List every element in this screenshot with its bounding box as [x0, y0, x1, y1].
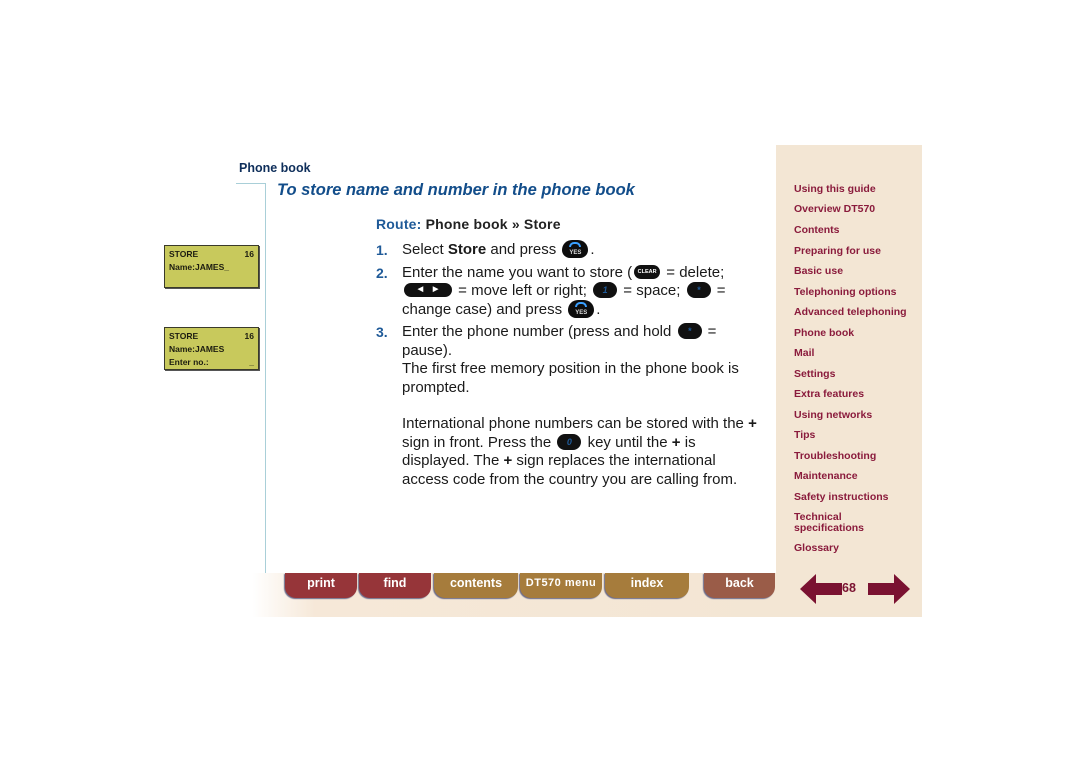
- one-key-icon: 1: [593, 282, 618, 299]
- previous-page-arrow-icon[interactable]: [800, 573, 842, 605]
- sidebar-item-basic-use[interactable]: Basic use: [794, 266, 919, 277]
- international-note: International phone numbers can be store…: [402, 415, 757, 488]
- index-button[interactable]: index: [605, 573, 689, 598]
- sidebar-item-mail[interactable]: Mail: [794, 348, 919, 359]
- sidebar-item-advanced-telephoning[interactable]: Advanced telephoning: [794, 307, 919, 318]
- step-1: 1. Select Store and press YES.: [376, 240, 766, 260]
- sidebar-item-using-this-guide[interactable]: Using this guide: [794, 184, 919, 195]
- sidebar-item-overview[interactable]: Overview DT570: [794, 204, 919, 215]
- sidebar-item-glossary[interactable]: Glossary: [794, 543, 919, 554]
- sidebar-item-troubleshooting[interactable]: Troubleshooting: [794, 451, 919, 462]
- next-page-arrow-icon[interactable]: [868, 573, 910, 605]
- back-button[interactable]: back: [704, 573, 775, 598]
- route-path: Phone book » Store: [425, 216, 561, 232]
- sidebar-item-phone-book[interactable]: Phone book: [794, 328, 919, 339]
- sidebar-item-using-networks[interactable]: Using networks: [794, 410, 919, 421]
- display-text: STORE: [169, 249, 199, 259]
- route: Route: Phone book » Store: [376, 216, 561, 232]
- step-text: = delete;: [662, 263, 725, 281]
- step-text: Enter the phone number (press and hold: [402, 323, 676, 340]
- step-text: and press: [486, 241, 561, 258]
- sidebar-item-contents[interactable]: Contents: [794, 225, 919, 236]
- step-3: 3. Enter the phone number (press and hol…: [376, 323, 766, 489]
- display-text: Name:JAMES_: [169, 262, 229, 272]
- contents-button[interactable]: contents: [434, 573, 518, 598]
- display-text: STORE: [169, 331, 199, 341]
- sidebar-item-preparing[interactable]: Preparing for use: [794, 246, 919, 257]
- step-text: = move left or right;: [454, 282, 592, 299]
- section-label: Phone book: [239, 161, 311, 175]
- find-button[interactable]: find: [359, 573, 431, 598]
- phone-display-1: STORE 16 Name:JAMES_: [164, 245, 259, 288]
- page-number: 68: [842, 581, 856, 595]
- phone-display-2: STORE 16 Name:JAMES Enter no.: _: [164, 327, 259, 370]
- navigation-key-icon: ◀ ▶: [404, 283, 452, 298]
- clear-key-icon: CLEAR: [634, 264, 661, 279]
- display-text: Enter no.:: [169, 357, 209, 367]
- step-text: .: [596, 300, 601, 318]
- page-title: To store name and number in the phone bo…: [277, 181, 635, 199]
- zero-key-icon: 0: [557, 433, 582, 450]
- dt570-menu-button[interactable]: DT570 menu: [520, 573, 602, 598]
- yes-key-icon: YES: [562, 240, 589, 259]
- instruction-steps: 1. Select Store and press YES. 2. Enter …: [376, 240, 766, 493]
- sidebar-item-extra-features[interactable]: Extra features: [794, 389, 919, 400]
- sidebar-item-tips[interactable]: Tips: [794, 430, 919, 441]
- route-label: Route:: [376, 216, 422, 232]
- step-text: Select: [402, 241, 448, 258]
- display-text: _: [249, 357, 254, 367]
- sidebar-item-maintenance[interactable]: Maintenance: [794, 471, 919, 482]
- display-text: 16: [244, 331, 254, 341]
- print-button[interactable]: print: [285, 573, 357, 598]
- display-text: 16: [244, 249, 254, 259]
- star-key-icon: *: [686, 282, 711, 299]
- step-2: 2. Enter the name you want to store (CLE…: [376, 264, 766, 320]
- step-text: = space;: [619, 282, 685, 299]
- sidebar-item-telephoning-options[interactable]: Telephoning options: [794, 287, 919, 298]
- step-number: 3.: [376, 324, 388, 340]
- step-number: 1.: [376, 242, 388, 258]
- star-key-icon: *: [677, 323, 702, 340]
- display-text: Name:JAMES: [169, 344, 225, 354]
- step-keyword: Store: [447, 241, 487, 258]
- step-text: The first free memory position in the ph…: [402, 360, 739, 396]
- sidebar-item-safety[interactable]: Safety instructions: [794, 492, 919, 503]
- step-text: .: [590, 241, 595, 258]
- yes-key-icon: YES: [568, 299, 595, 318]
- step-text: Enter the name you want to store (: [402, 263, 633, 281]
- step-number: 2.: [376, 264, 388, 281]
- sidebar-item-technical-specifications[interactable]: Technical specifications: [794, 512, 884, 534]
- frame-divider: [236, 183, 265, 184]
- sidebar-item-settings[interactable]: Settings: [794, 369, 919, 380]
